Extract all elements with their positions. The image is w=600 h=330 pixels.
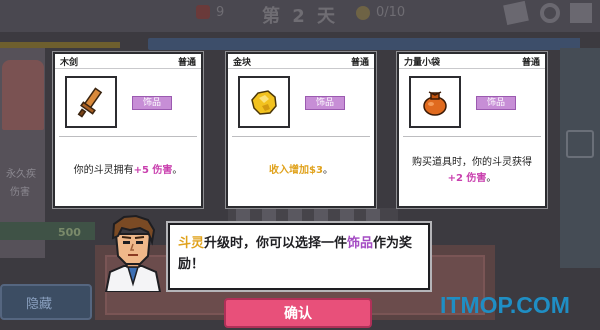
wooden-sword-icon [77, 87, 103, 118]
card-desc-end: 。 [486, 173, 497, 184]
right-slot [566, 130, 594, 158]
shop-cell [340, 209, 354, 221]
shop-bar [148, 38, 448, 50]
shop-bar-right [420, 38, 580, 50]
card-rarity: 普通 [521, 57, 540, 68]
fighter-portrait [2, 60, 44, 130]
card-desc-text: 你的斗灵拥有 [73, 165, 134, 176]
tutor-portrait [100, 212, 166, 293]
power-pouch-icon [423, 91, 447, 116]
left-panel-text: 永久疾 [6, 169, 36, 180]
card-icon-frame [409, 76, 461, 128]
shop-cell [314, 209, 328, 221]
item-card-gold-nugget[interactable]: 金块 普通 饰品 收入增加$3。 [226, 52, 376, 208]
card-divider [232, 136, 370, 137]
hud-day: 第 2 天 [262, 6, 339, 27]
card-tag: 饰品 [476, 96, 516, 110]
card-header: 力量小袋 普通 [399, 54, 545, 69]
card-header: 金块 普通 [228, 54, 374, 69]
card-tag: 饰品 [132, 96, 172, 110]
card-name: 力量小袋 [404, 57, 441, 68]
left-panel-text-2: 伤害 [10, 187, 30, 198]
heart-icon [196, 5, 210, 19]
card-name: 金块 [233, 57, 252, 68]
dialog-text: 斗灵升级时，你可以选择一件饰品作为奖励！ [178, 233, 420, 275]
shop-cell [262, 209, 276, 221]
card-desc-end: 。 [172, 165, 183, 176]
card-rarity: 普通 [177, 57, 196, 68]
dialog-text-part: 升级时，你可以选择一件 [204, 236, 348, 251]
card-description: 收入增加$3。 [234, 138, 368, 204]
hide-button-label: 隐藏 [26, 297, 53, 312]
confirm-button[interactable]: 确认 [224, 298, 372, 328]
confirm-button-label: 确认 [284, 306, 312, 322]
card-icon-frame [65, 76, 117, 128]
shop-cell [288, 209, 302, 221]
card-desc-text: 收入增加 [269, 165, 310, 176]
dialog-highlight-spirit: 斗灵 [178, 236, 205, 251]
card-tag: 饰品 [305, 96, 345, 110]
card-desc-end: 。 [322, 165, 333, 176]
card-divider [59, 136, 197, 137]
right-panel [560, 48, 600, 268]
dialog-highlight-accessory: 饰品 [347, 236, 374, 251]
watermark: ITMOP.COM [440, 292, 570, 318]
card-description: 你的斗灵拥有+5 伤害。 [61, 138, 195, 204]
gold-nugget-icon [251, 90, 277, 115]
hud-hearts: 9 [216, 5, 225, 20]
item-card-power-pouch[interactable]: 力量小袋 普通 饰品 购买道具时，你的斗灵获得 +2 伤害。 [397, 52, 547, 208]
card-desc-text: 购买道具时，你的斗灵获得 [412, 157, 532, 168]
gold-value: 500 [58, 226, 81, 239]
menu-icon[interactable] [570, 3, 592, 23]
card-name: 木剑 [60, 57, 79, 68]
gear-icon[interactable] [540, 3, 560, 23]
card-desc-highlight: +2 伤害 [447, 173, 487, 184]
card-divider [403, 136, 541, 137]
coin-icon [356, 6, 370, 20]
hud-item-count: 0/10 [376, 5, 406, 20]
card-desc-highlight: +5 伤害 [133, 165, 173, 176]
tutor-avatar-icon [104, 214, 162, 293]
shop-cell [236, 209, 250, 221]
card-icon-frame [238, 76, 290, 128]
item-card-wooden-sword[interactable]: 木剑 普通 饰品 你的斗灵拥有+5 伤害。 [53, 52, 203, 208]
card-header: 木剑 普通 [55, 54, 201, 69]
shop-cell [366, 209, 380, 221]
card-rarity: 普通 [350, 57, 369, 68]
card-desc-highlight: $3 [309, 165, 323, 176]
tutorial-dialog: 斗灵升级时，你可以选择一件饰品作为奖励！ [168, 223, 430, 290]
card-description: 购买道具时，你的斗灵获得 +2 伤害。 [405, 138, 539, 204]
